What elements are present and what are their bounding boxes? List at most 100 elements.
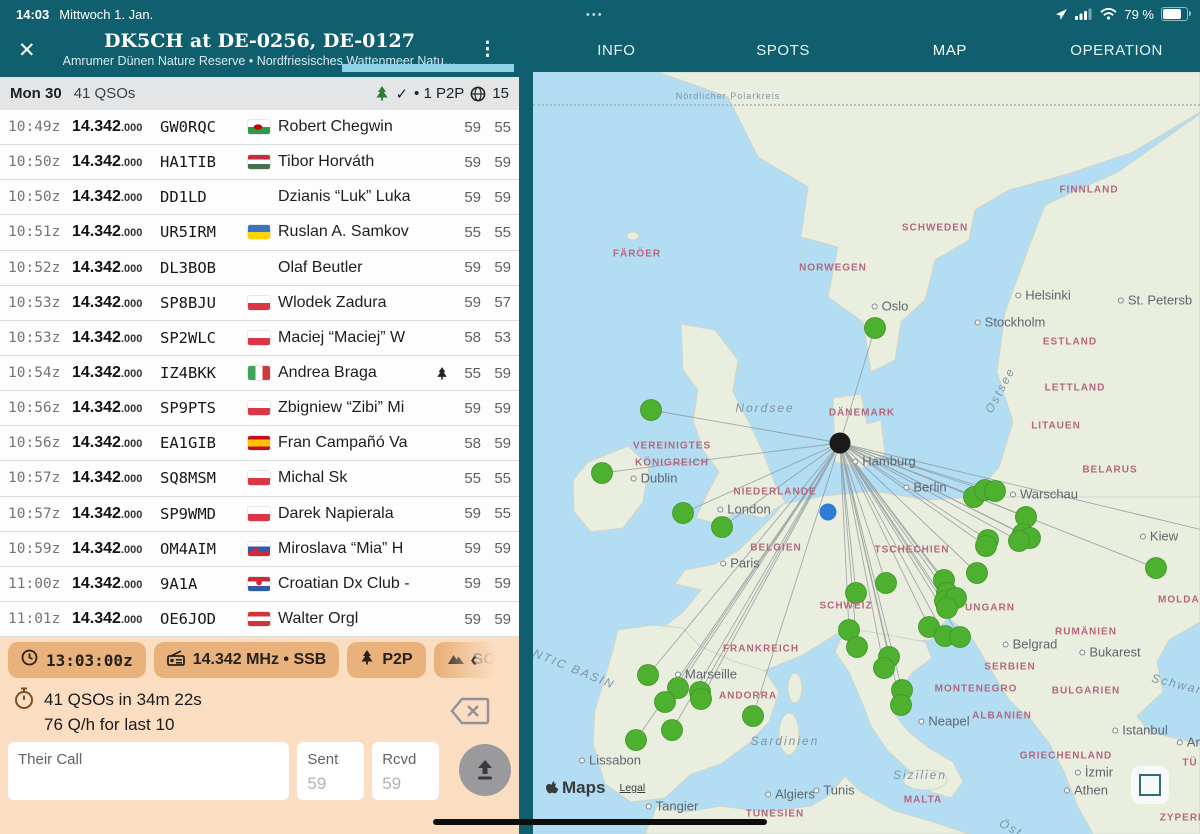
dxcc-count: 15 <box>492 85 509 102</box>
fullscreen-button[interactable] <box>1131 766 1169 804</box>
qso-map-marker[interactable] <box>638 665 659 686</box>
sent-field[interactable]: Sent 59 <box>297 742 364 800</box>
qso-callsign: OE6JOD <box>160 610 248 628</box>
fullscreen-corner <box>1139 774 1150 785</box>
qso-map-marker[interactable] <box>865 318 886 339</box>
qso-map-marker[interactable] <box>847 637 868 658</box>
qso-rst-rcvd: 53 <box>481 329 511 346</box>
qso-map-marker[interactable] <box>874 658 895 679</box>
close-icon[interactable]: ✕ <box>18 40 36 61</box>
map-area[interactable]: Nördlicher PolarkreisFÄRÖERNORWEGENSCHWE… <box>533 72 1200 834</box>
qso-time: 10:50z <box>8 189 72 205</box>
qso-rst-rcvd: 59 <box>481 365 511 382</box>
qso-rate-line1: 41 QSOs in 34m 22s <box>44 687 202 712</box>
qso-row[interactable]: 11:00z14.342.0009A1ACroatian Dx Club -59… <box>0 567 519 602</box>
qso-rst-sent: 59 <box>451 154 481 171</box>
qso-rst-rcvd: 59 <box>481 189 511 206</box>
qso-row[interactable]: 10:57z14.342.000SP9WMDDarek Napierala595… <box>0 497 519 532</box>
qso-name: Michal Sk <box>278 469 433 487</box>
qso-row[interactable]: 11:01z14.342.000OE6JODWalter Orgl5959 <box>0 602 519 637</box>
chip-clock[interactable]: 13:03:00z <box>8 642 146 678</box>
qso-map-marker[interactable] <box>891 695 912 716</box>
flag-icon-wales <box>248 120 270 134</box>
log-day-header[interactable]: Mon 30 41 QSOs ✓ • 1 P2P 15 <box>0 77 519 110</box>
qso-map-marker[interactable] <box>743 706 764 727</box>
qso-map-marker[interactable] <box>712 517 733 538</box>
log-qso-button[interactable] <box>459 744 511 796</box>
home-indicator[interactable] <box>433 819 767 825</box>
qso-row[interactable]: 10:50z14.342.000HA1TIBTibor Horváth5959 <box>0 145 519 180</box>
qso-row[interactable]: 10:49z14.342.000GW0RQCRobert Chegwin5955 <box>0 110 519 145</box>
qso-rst-rcvd: 59 <box>481 400 511 417</box>
qso-map-marker[interactable] <box>655 692 676 713</box>
qso-rst-sent: 58 <box>451 435 481 452</box>
qso-rst-sent: 59 <box>451 294 481 311</box>
qso-callsign: SP2WLC <box>160 329 248 347</box>
qso-map-marker[interactable] <box>592 463 613 484</box>
qso-map-marker[interactable] <box>950 627 971 648</box>
tab-info[interactable]: INFO <box>533 28 700 72</box>
qso-map-marker[interactable] <box>662 720 683 741</box>
qso-row[interactable]: 10:53z14.342.000SP8BJUWlodek Zadura5957 <box>0 286 519 321</box>
apple-maps-logo: Maps <box>545 778 605 798</box>
tab-spots[interactable]: SPOTS <box>700 28 867 72</box>
qso-map-marker[interactable] <box>985 481 1006 502</box>
station-map-marker[interactable] <box>830 433 851 454</box>
map-canvas <box>533 72 1200 834</box>
qso-row[interactable]: 10:56z14.342.000SP9PTSZbigniew “Zibi” Mi… <box>0 391 519 426</box>
qso-frequency: 14.342.000 <box>72 610 160 628</box>
their-call-field[interactable]: Their Call <box>8 742 289 800</box>
qso-map-marker[interactable] <box>1146 558 1167 579</box>
flag-icon-italy <box>248 366 270 380</box>
qso-row[interactable]: 10:56z14.342.000EA1GIBFran Campañó Va585… <box>0 426 519 461</box>
qso-row[interactable]: 10:52z14.342.000DL3BOBOlaf Beutler5959 <box>0 251 519 286</box>
qso-name: Robert Chegwin <box>278 118 433 136</box>
qso-map-marker[interactable] <box>846 583 867 604</box>
qso-map-marker[interactable] <box>691 689 712 710</box>
p2p-check: ✓ <box>395 85 408 103</box>
qso-rst-sent: 55 <box>451 365 481 382</box>
sent-label: Sent <box>307 751 354 768</box>
qso-map-marker[interactable] <box>937 598 958 619</box>
blue-map-marker[interactable] <box>820 504 837 521</box>
qso-frequency: 14.342.000 <box>72 259 160 277</box>
tab-map[interactable]: MAP <box>867 28 1034 72</box>
qso-rst-rcvd: 59 <box>481 540 511 557</box>
qso-rst-sent: 59 <box>451 119 481 136</box>
qso-row[interactable]: 10:54z14.342.000IZ4BKKAndrea Braga5559 <box>0 356 519 391</box>
chevron-left-icon[interactable]: ‹ <box>470 649 477 672</box>
qso-row[interactable]: 10:50z14.342.000DD1LDDzianis “Luk” Luka5… <box>0 180 519 215</box>
qso-map-marker[interactable] <box>641 400 662 421</box>
qso-table: 10:49z14.342.000GW0RQCRobert Chegwin5955… <box>0 110 519 637</box>
flag-icon-poland <box>248 401 270 415</box>
qso-map-marker[interactable] <box>626 730 647 751</box>
battery-icon <box>1161 7 1188 21</box>
qso-name: Olaf Beutler <box>278 259 433 277</box>
qso-row[interactable]: 10:59z14.342.000OM4AIMMiroslava “Mia” H5… <box>0 532 519 567</box>
qso-row[interactable]: 10:53z14.342.000SP2WLCMaciej “Maciej” W5… <box>0 321 519 356</box>
backspace-button[interactable] <box>449 695 491 732</box>
qso-map-marker[interactable] <box>673 503 694 524</box>
chip-tree[interactable]: P2P <box>347 642 425 678</box>
qso-map-marker[interactable] <box>967 563 988 584</box>
qso-frequency: 14.342.000 <box>72 329 160 347</box>
rcvd-field[interactable]: Rcvd 59 <box>372 742 439 800</box>
chip-row: 13:03:00z14.342 MHz • SSBP2PSOTA <box>8 642 519 678</box>
qso-map-marker[interactable] <box>1009 531 1030 552</box>
qso-map-marker[interactable] <box>876 573 897 594</box>
clock-icon <box>21 649 38 671</box>
chip-radio[interactable]: 14.342 MHz • SSB <box>154 642 340 678</box>
flag-icon-austria <box>248 612 270 626</box>
qso-name: Fran Campañó Va <box>278 434 433 452</box>
qso-map-marker[interactable] <box>976 536 997 557</box>
qso-row[interactable]: 10:51z14.342.000UR5IRMRuslan A. Samkov55… <box>0 215 519 250</box>
kebab-menu-icon[interactable]: ⋮ <box>478 38 497 61</box>
qso-rst-rcvd: 55 <box>481 224 511 241</box>
qso-callsign: DD1LD <box>160 188 248 206</box>
upload-icon <box>472 757 498 783</box>
qso-row[interactable]: 10:57z14.342.000SQ8MSMMichal Sk5555 <box>0 461 519 496</box>
qso-callsign: OM4AIM <box>160 540 248 558</box>
rate-stats: 41 QSOs in 34m 22s 76 Q/h for last 10 <box>14 687 202 737</box>
legal-link[interactable]: Legal <box>619 782 645 794</box>
tab-operation[interactable]: OPERATION <box>1033 28 1200 72</box>
